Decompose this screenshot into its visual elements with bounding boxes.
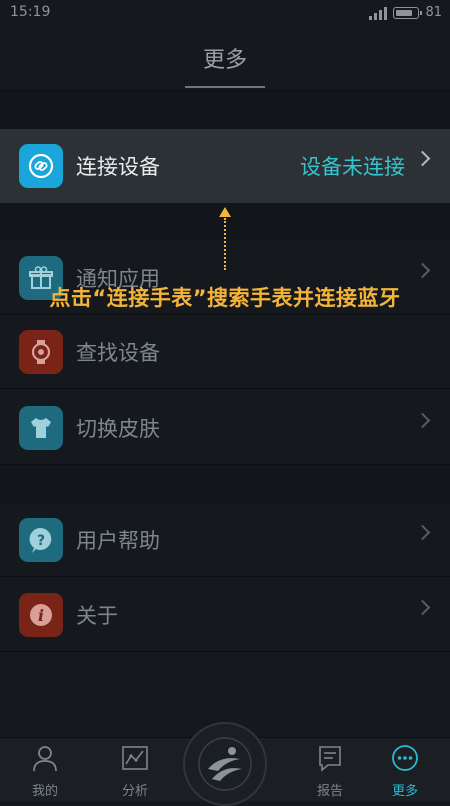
connect-device-label: 连接设备 <box>76 155 160 179</box>
section-gap <box>0 465 450 503</box>
logo-icon <box>198 737 252 791</box>
report-icon <box>319 746 341 772</box>
page-title: 更多 <box>202 48 247 73</box>
tab-label: 我的 <box>31 784 58 799</box>
chevron-right-icon <box>414 524 431 541</box>
battery-percent: 81 <box>425 5 442 20</box>
chevron-right-icon <box>414 599 431 616</box>
more-icon <box>392 745 418 771</box>
signal-icon <box>369 6 388 20</box>
title-underline <box>185 86 265 88</box>
user-help-row[interactable]: ? 用户帮助 <box>0 503 450 577</box>
chevron-right-icon <box>414 412 431 429</box>
info-icon: i <box>19 593 63 637</box>
tab-more[interactable]: 更多 <box>360 738 450 801</box>
question-icon: ? <box>19 518 63 562</box>
battery-icon <box>393 6 423 19</box>
chevron-right-icon <box>414 262 431 279</box>
connect-device-row[interactable]: 连接设备 设备未连接 <box>0 129 450 203</box>
find-device-row[interactable]: 查找设备 <box>0 315 450 389</box>
svg-text:?: ? <box>37 533 45 549</box>
tab-label: 更多 <box>391 784 418 799</box>
about-label: 关于 <box>76 604 118 628</box>
svg-text:i: i <box>38 606 44 625</box>
chart-icon <box>122 746 148 770</box>
link-watch-icon <box>19 144 63 188</box>
tab-label: 分析 <box>121 784 148 799</box>
page-header: 更多 <box>0 26 450 91</box>
tshirt-icon <box>19 406 63 450</box>
about-row[interactable]: i 关于 <box>0 578 450 652</box>
connection-status: 设备未连接 <box>300 155 405 179</box>
switch-skin-row[interactable]: 切换皮肤 <box>0 391 450 465</box>
arrow-up-icon <box>219 207 231 217</box>
center-logo-button[interactable] <box>183 722 267 806</box>
annotation-dotted-line <box>224 218 226 270</box>
tab-mine[interactable]: 我的 <box>0 738 90 801</box>
find-device-label: 查找设备 <box>76 341 160 365</box>
tab-analysis[interactable]: 分析 <box>90 738 180 801</box>
switch-skin-label: 切换皮肤 <box>76 417 160 441</box>
status-time: 15:19 <box>10 4 51 20</box>
annotation-text: 点击“连接手表”搜索手表并连接蓝牙 <box>49 286 401 310</box>
chevron-right-icon <box>414 150 431 167</box>
user-help-label: 用户帮助 <box>76 529 160 553</box>
status-indicators: 81 <box>369 5 442 20</box>
status-bar: 15:19 81 <box>0 0 450 26</box>
watch-search-icon <box>19 330 63 374</box>
section-gap <box>0 91 450 129</box>
person-icon <box>33 746 57 772</box>
